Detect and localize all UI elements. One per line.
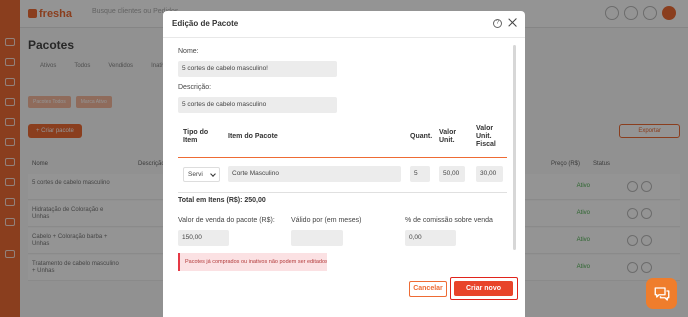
column-package-item: Item do Pacote: [228, 133, 278, 140]
fiscal-unit-value-field[interactable]: 30,00: [476, 166, 503, 182]
item-type-select[interactable]: Servi: [183, 167, 220, 182]
column-unit-value: Valor Unit.: [439, 129, 457, 144]
close-icon[interactable]: [507, 17, 518, 28]
chevron-down-icon: [210, 171, 216, 177]
column-quantity: Quant.: [410, 133, 433, 140]
modal-title: Edição de Pacote: [172, 19, 239, 28]
error-alert: Pacotes já comprados ou inativos não pod…: [178, 253, 327, 271]
chat-button[interactable]: [646, 278, 677, 309]
table-header-divider: [178, 157, 507, 158]
commission-label: % de comissão sobre venda: [405, 217, 493, 224]
help-icon[interactable]: ?: [493, 19, 502, 28]
sale-price-label: Valor de venda do pacote (R$):: [178, 217, 275, 224]
chat-icon: [654, 286, 669, 301]
description-label: Descrição:: [178, 84, 212, 91]
commission-field[interactable]: 0,00: [405, 230, 456, 246]
description-field[interactable]: 5 cortes de cabelo masculino: [178, 97, 337, 113]
sale-price-field[interactable]: 150,00: [178, 230, 229, 246]
column-item-type: Tipo do Item: [183, 129, 209, 144]
column-fiscal-unit-value: Valor Unit. Fiscal: [476, 125, 496, 148]
name-label: Nome:: [178, 48, 199, 55]
package-item-field[interactable]: Corte Masculino: [228, 166, 401, 182]
name-field[interactable]: 5 cortes de cabelo masculino!: [178, 61, 337, 77]
unit-value-field[interactable]: 50,00: [439, 166, 465, 182]
quantity-field[interactable]: 5: [410, 166, 430, 182]
validity-field[interactable]: [291, 230, 343, 246]
edit-package-modal: Edição de Pacote ? Nome: 5 cortes de cab…: [163, 11, 525, 317]
validity-label: Válido por (em meses): [291, 217, 362, 224]
cancel-button[interactable]: Cancelar: [409, 281, 447, 297]
modal-header: Edição de Pacote ?: [163, 11, 525, 38]
modal-scrollbar[interactable]: [513, 45, 516, 250]
total-divider: [178, 192, 507, 193]
create-new-package-button[interactable]: Criar novo pacote: [454, 281, 513, 307]
items-total: Total em Itens (R$): 250,00: [178, 197, 266, 204]
create-package-highlight: Criar novo pacote: [450, 277, 518, 307]
